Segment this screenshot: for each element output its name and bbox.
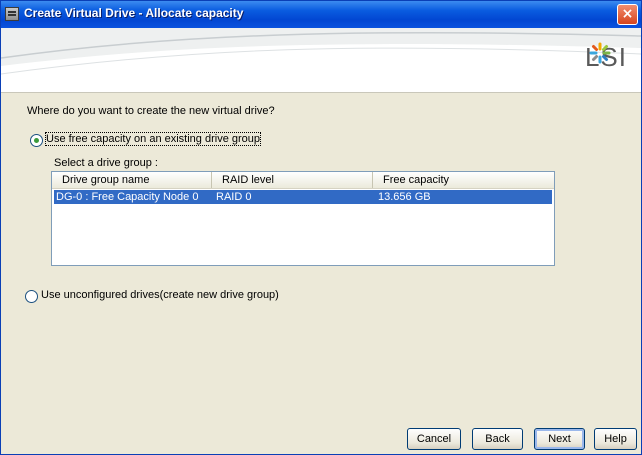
close-button[interactable]: × <box>617 4 638 25</box>
column-header-name[interactable]: Drive group name <box>52 172 212 188</box>
drive-group-table[interactable]: Drive group name RAID level Free capacit… <box>51 171 555 266</box>
table-header: Drive group name RAID level Free capacit… <box>52 172 554 189</box>
back-button[interactable]: Back <box>472 428 523 450</box>
question-text: Where do you want to create the new virt… <box>27 105 275 117</box>
cell-free-capacity: 13.656 GB <box>378 191 431 203</box>
cell-raid-level: RAID 0 <box>216 191 252 203</box>
column-header-capacity[interactable]: Free capacity <box>373 172 554 188</box>
select-drive-group-label: Select a drive group : <box>54 157 158 169</box>
cell-drive-group-name: DG-0 : Free Capacity Node 0 <box>56 191 199 203</box>
lsi-logo: LSI <box>585 42 627 72</box>
title-bar[interactable]: Create Virtual Drive - Allocate capacity… <box>1 1 641 28</box>
radio-existing-group[interactable] <box>30 134 43 147</box>
app-icon <box>5 7 19 21</box>
radio-existing-group-label[interactable]: Use free capacity on an existing drive g… <box>44 132 262 146</box>
header-banner: LSI <box>1 28 641 93</box>
column-header-raid[interactable]: RAID level <box>212 172 373 188</box>
cancel-button[interactable]: Cancel <box>407 428 461 450</box>
lsi-logo-icon <box>589 42 611 64</box>
radio-unconfigured-drives[interactable] <box>25 290 38 303</box>
radio-unconfigured-drives-label[interactable]: Use unconfigured drives(create new drive… <box>41 289 279 301</box>
create-virtual-drive-window: Create Virtual Drive - Allocate capacity… <box>0 0 642 455</box>
help-button[interactable]: Help <box>594 428 637 450</box>
next-button[interactable]: Next <box>534 428 585 450</box>
window-title: Create Virtual Drive - Allocate capacity <box>24 6 244 20</box>
banner-swoosh <box>1 28 641 75</box>
table-row[interactable]: DG-0 : Free Capacity Node 0 RAID 0 13.65… <box>54 190 552 204</box>
